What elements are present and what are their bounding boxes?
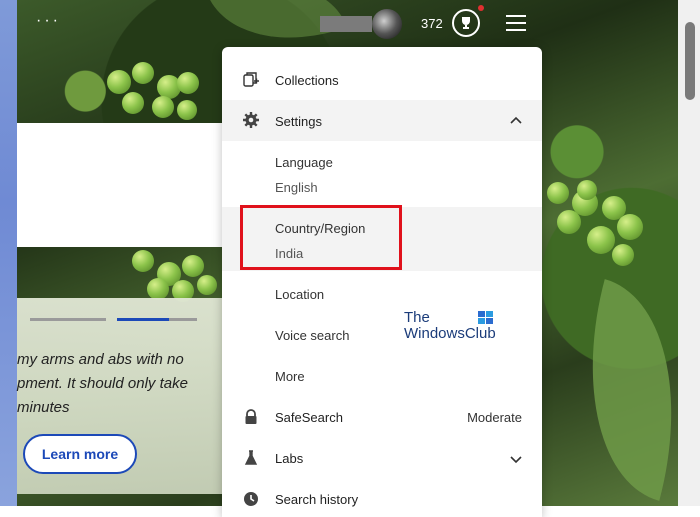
language-value: English [275,180,318,195]
collections-icon [243,72,259,87]
carousel-indicator-1[interactable] [30,318,106,321]
voice-search-label: Voice search [275,328,350,343]
settings-item-more[interactable]: More [222,363,542,393]
window-frame-left [0,0,17,506]
location-label: Location [275,287,325,302]
scrollbar[interactable] [678,0,700,506]
username-redacted[interactable] [320,16,372,32]
settings-item-location[interactable]: Location [222,281,542,311]
avatar[interactable] [372,9,402,39]
rewards-trophy-icon[interactable] [452,9,480,37]
watermark-line-2: WindowsClub [404,325,496,342]
more-dots-icon[interactable]: ··· [36,12,61,30]
menu-item-labs[interactable]: Labs [222,445,542,475]
rewards-points[interactable]: 372 [421,16,443,31]
card-text-line: minutes [17,399,70,416]
carousel-indicator-2[interactable] [117,318,169,321]
menu-item-label: SafeSearch [275,410,343,425]
menu-item-collections[interactable]: Collections [222,65,542,95]
history-clock-icon [244,492,258,506]
chevron-down-icon[interactable] [510,455,522,465]
lock-icon [245,409,257,424]
more-label: More [275,369,305,384]
language-label: Language [275,155,333,170]
card-text-line: pment. It should only take [17,375,188,392]
hamburger-menu-icon[interactable] [506,15,526,31]
notification-dot [478,5,484,11]
menu-item-label: Search history [275,492,359,507]
menu-item-settings[interactable]: Settings [222,100,542,141]
watermark-logo-icon [478,311,493,324]
content-card-top[interactable] [17,123,225,247]
scrollbar-thumb[interactable] [685,22,695,100]
menu-item-label: Settings [275,114,322,129]
menu-item-search-history[interactable]: Search history [222,486,542,516]
menu-item-label: Collections [275,73,339,88]
menu-item-safesearch[interactable]: SafeSearch Moderate [222,404,542,434]
gear-icon [243,112,259,128]
safesearch-value: Moderate [467,410,522,425]
flask-icon [244,450,258,465]
settings-menu-panel: Collections Settings Language English Co… [222,47,542,517]
menu-item-label: Labs [275,451,304,466]
learn-more-button[interactable]: Learn more [23,434,137,474]
highlight-annotation-box [240,205,402,270]
settings-item-language[interactable]: Language English [222,147,542,203]
card-description: my arms and abs with no pment. It should… [17,348,217,420]
carousel-indicator-2-track [169,318,197,321]
chevron-up-icon[interactable] [510,115,522,125]
card-text-line: my arms and abs with no [17,351,184,368]
